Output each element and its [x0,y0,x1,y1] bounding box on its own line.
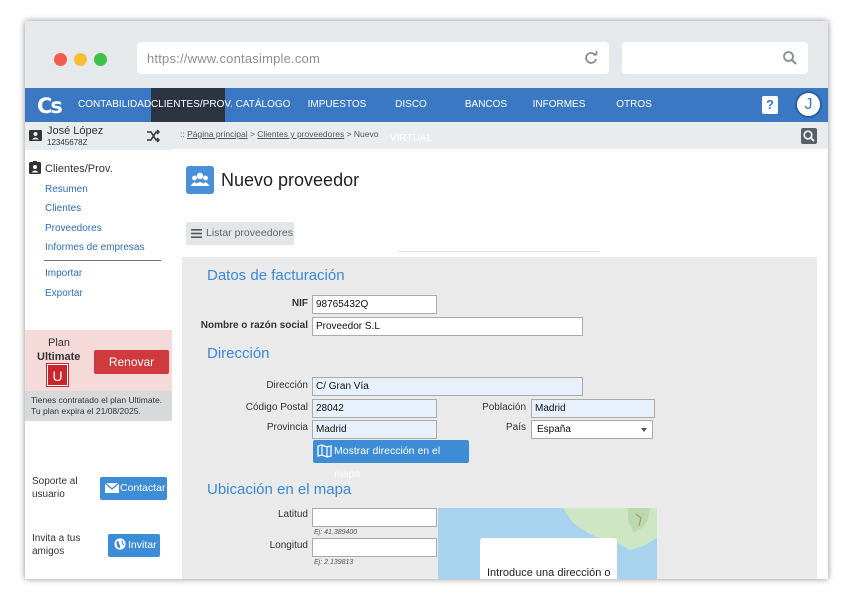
chevron-down-icon [641,428,647,432]
invite-text: Invita a tus amigos [32,533,81,557]
nav-informes[interactable]: INFORMES [529,88,589,122]
sidebar-divider [44,260,161,261]
street-label: Dirección [266,380,308,391]
list-suppliers-button[interactable]: Listar proveedores [186,222,294,245]
zip-input[interactable]: 28042 [312,399,437,418]
zip-label: Código Postal [245,402,308,413]
nav-clientes-prov[interactable]: CLIENTES/PROV. [151,88,233,122]
latitude-input[interactable] [312,508,437,527]
location-map[interactable]: Introduce una dirección o [438,508,657,579]
nav-catalogo[interactable]: CATÁLOGO [233,88,293,122]
name-input[interactable]: Proveedor S.L [312,317,583,336]
map-popup: Introduce una dirección o [480,538,617,579]
user-name: José López [47,125,104,137]
user-card-icon [29,130,42,141]
sidebar-link-proveedores[interactable]: Proveedores [45,223,102,234]
nav-bancos[interactable]: BANCOS [459,88,513,122]
globe-icon [114,538,126,550]
plan-box: Plan Ultimate U Renovar [25,330,172,391]
latitude-label: Latitud [277,509,308,520]
nav-disco-virtual[interactable]: DISCO VIRTUAL [375,88,447,144]
browser-search-bar[interactable] [622,42,808,74]
list-suppliers-label: Listar proveedores [206,227,293,239]
province-label: Provincia [266,422,308,433]
show-address-on-map-button[interactable]: Mostrar dirección en el mapa [313,440,469,480]
sidebar-link-importar[interactable]: Importar [45,268,82,279]
breadcrumb-section[interactable]: Clientes y proveedores [257,129,344,139]
contact-card-icon [29,161,41,174]
name-label: Nombre o razón social [200,320,308,331]
breadcrumb-current: Nuevo [353,129,379,139]
sidebar: José López 12345678Z Clientes/Prov. Resu… [25,122,172,579]
renew-button[interactable]: Renovar [94,350,169,374]
search-icon [783,51,797,65]
sidebar-link-informes-empresas[interactable]: Informes de empresas [45,242,145,253]
support-text: Soporte al usuario [32,476,78,500]
user-id: 12345678Z [47,138,88,147]
contact-button-label: Contactar [120,482,166,494]
map-icon [317,444,332,458]
city-label: Población [482,402,526,413]
longitude-input[interactable] [312,538,437,557]
invite-button[interactable]: Invitar [108,534,160,557]
nav-otros[interactable]: OTROS [611,88,657,122]
maximize-window-button[interactable] [94,53,107,66]
address-bar[interactable]: https://www.contasimple.com [137,42,609,74]
nav-contabilidad[interactable]: CONTABILIDAD [78,88,151,122]
section-title: Clientes/Prov. [29,161,113,175]
latitude-hint: Ej: 41.389400 [314,529,358,536]
nif-label: NIF [291,298,308,309]
plan-label: Plan [48,337,71,349]
breadcrumb-home[interactable]: Página principal [187,129,247,139]
list-icon [191,229,202,238]
switch-account-icon[interactable] [146,129,160,143]
address-heading: Dirección [207,345,270,362]
sidebar-link-resumen[interactable]: Resumen [45,184,88,195]
breadcrumb-separator: > [247,129,258,139]
show-address-on-map-label: Mostrar dirección en el mapa [334,445,441,480]
help-button[interactable]: ? [762,96,778,114]
app-logo[interactable]: Cs [37,94,63,118]
user-avatar[interactable]: J [795,91,822,118]
country-select-value: España [537,424,571,435]
browser-chrome: https://www.contasimple.com [25,21,828,88]
top-navigation: Cs CONTABILIDAD CLIENTES/PROV. CATÁLOGO … [25,88,828,144]
minimize-window-button[interactable] [74,53,87,66]
page-title: Nuevo proveedor [221,170,360,190]
sidebar-link-exportar[interactable]: Exportar [45,288,83,299]
browser-window: https://www.contasimple.com Cs CONTABILI… [25,21,828,579]
section-title-label: Clientes/Prov. [45,163,113,175]
divider [398,251,600,252]
longitude-label: Longitud [269,540,308,551]
city-input[interactable]: Madrid [531,399,655,418]
country-select[interactable]: España [531,420,653,439]
plan-name: Ultimate [37,351,81,363]
longitude-hint: Ej: 2.139813 [314,559,354,566]
plan-note: Tienes contratado el plan Ultimate. Tu p… [25,391,172,421]
close-window-button[interactable] [54,53,67,66]
invite-button-label: Invitar [128,539,157,551]
location-heading: Ubicación en el mapa [207,481,352,498]
street-input[interactable]: C/ Gran Vía [312,377,583,396]
user-row: José López 12345678Z [25,122,172,150]
breadcrumb-separator: > [344,129,354,139]
country-label: País [505,422,526,433]
envelope-icon [105,482,119,493]
province-input[interactable]: Madrid [312,420,437,439]
contact-button[interactable]: Contactar [100,477,167,500]
billing-heading: Datos de facturación [207,267,345,284]
url-text: https://www.contasimple.com [147,51,321,66]
sidebar-link-clientes[interactable]: Clientes [45,203,81,214]
nif-input[interactable]: 98765432Q [312,295,437,314]
nav-impuestos[interactable]: IMPUESTOS [305,88,369,122]
plan-badge: U [46,363,69,387]
page-search-icon[interactable] [801,128,817,144]
supplier-form: Datos de facturación NIF 98765432Q Nombr… [182,257,817,579]
breadcrumb: :: Página principal > Clientes y proveed… [180,129,378,139]
reload-icon[interactable] [583,50,599,66]
suppliers-icon [186,166,214,194]
main-content: Nuevo proveedor Listar proveedores Datos… [172,149,828,579]
